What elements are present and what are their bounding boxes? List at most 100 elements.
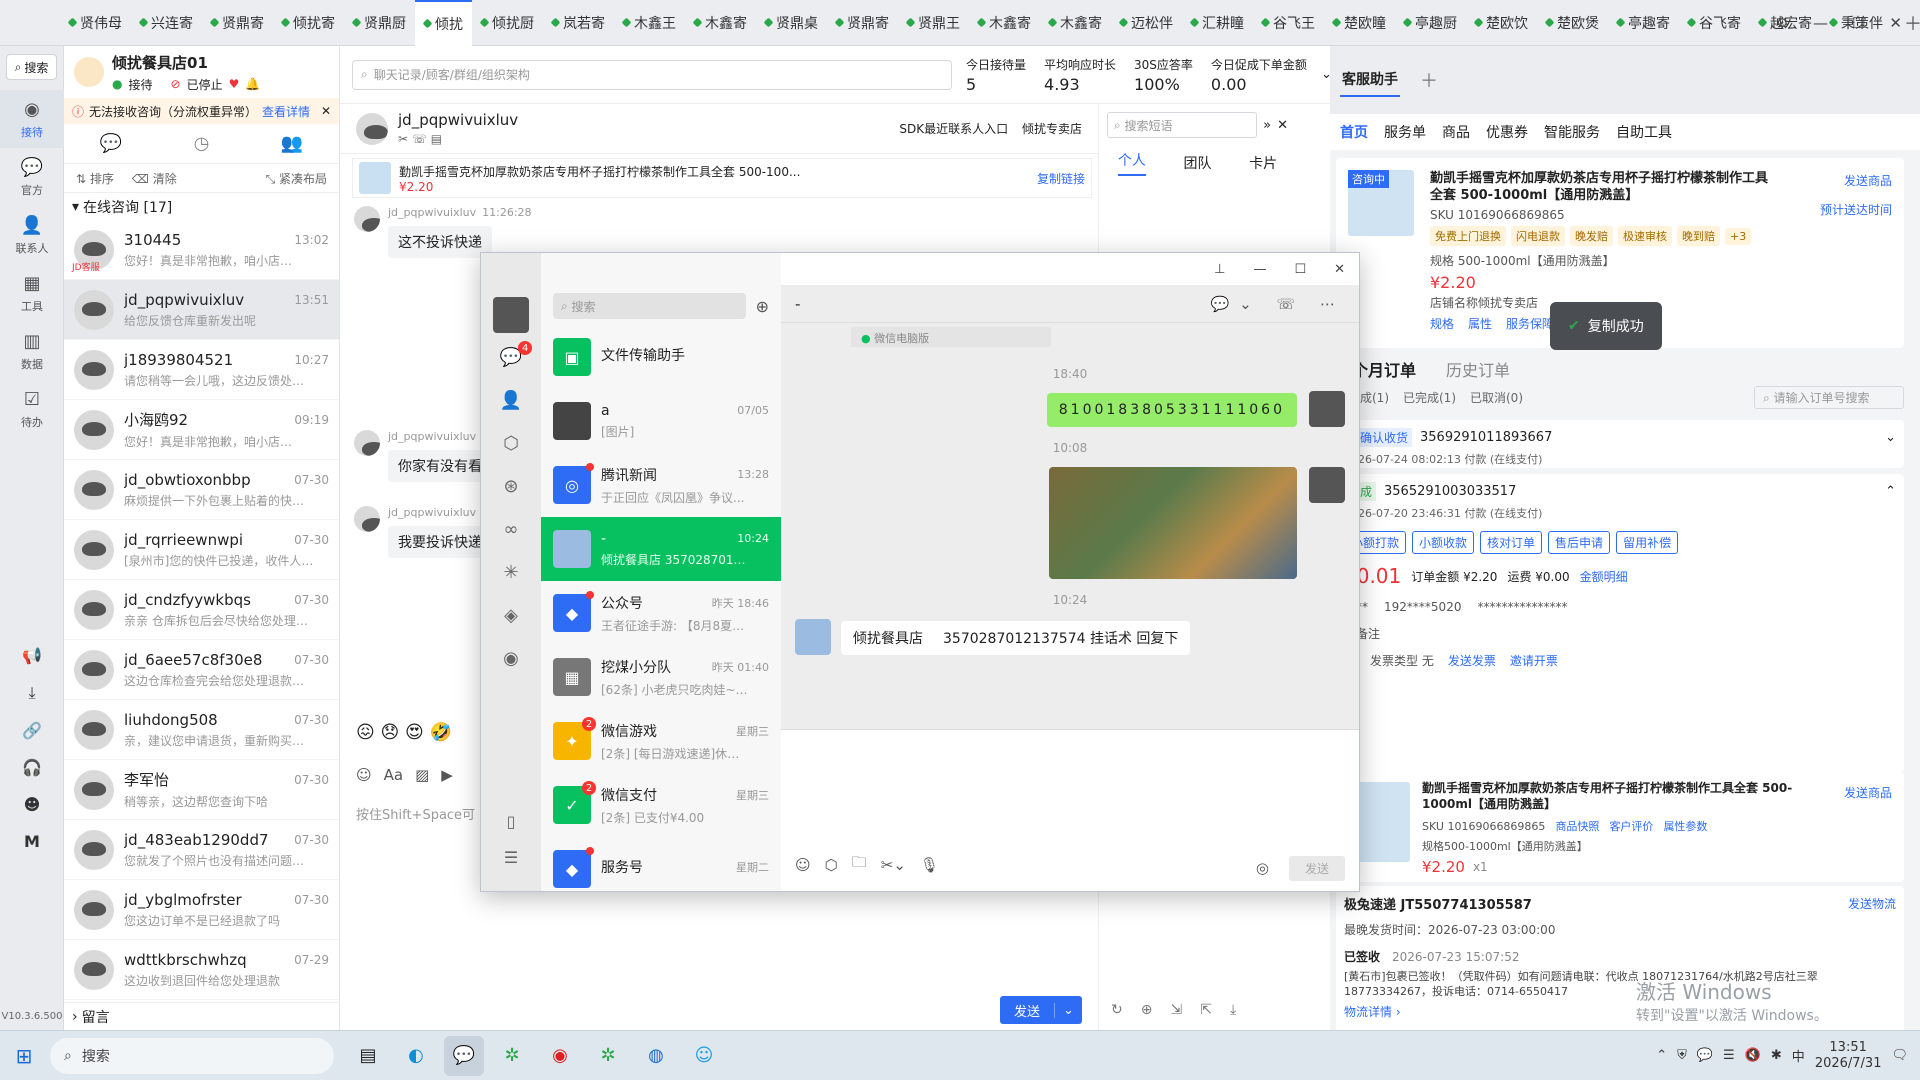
tray-up-icon[interactable]: ⌃	[1656, 1048, 1667, 1063]
store-tab[interactable]: 亭趣寄	[1608, 0, 1679, 46]
conversation-item[interactable]: jd_obwtioxonbbp 07-30 麻烦提供一下外包裹上贴着的快…	[64, 460, 339, 520]
store-tab[interactable]: 楚欧瞳	[1324, 0, 1395, 46]
snapshot-link[interactable]: 商品快照	[1555, 818, 1599, 834]
ime-indicator[interactable]: 中	[1792, 1046, 1805, 1065]
message-bubble[interactable]: 你家有没有看	[388, 450, 492, 482]
order-action-button[interactable]: 售后申请	[1548, 531, 1611, 554]
order2-detail-link[interactable]: 金额明细	[1580, 568, 1628, 585]
product-link[interactable]: 服务保障	[1506, 315, 1554, 332]
chat-bubble-tab-icon[interactable]: 💬	[100, 133, 122, 154]
emoji-row[interactable]: 😖 😞 😍 🤣	[356, 722, 452, 743]
phone-icon[interactable]: ▯	[481, 812, 541, 831]
rail-item[interactable]: ▦ 工具	[0, 264, 64, 322]
store-tab[interactable]: 谷飞寄	[1679, 0, 1750, 46]
wechat-conv-item[interactable]: ▦ 挖煤小分队 昨天 01:40 [62条] 小老虎只吃肉娃~：...	[541, 645, 781, 709]
store-tab[interactable]: 木鑫寄	[969, 0, 1040, 46]
send-logistics-button[interactable]: 发送物流	[1848, 895, 1896, 912]
store-tab[interactable]: 贤鼎寄	[827, 0, 898, 46]
rail-item[interactable]: ☑ 待办	[0, 380, 64, 438]
send-product-button[interactable]: 发送商品	[1820, 172, 1892, 189]
video-icon[interactable]: ▶	[441, 766, 453, 784]
store-tab[interactable]: 楚欧煲	[1537, 0, 1608, 46]
copy-link-button[interactable]: 复制链接	[1037, 170, 1085, 187]
taskbar-search[interactable]: ⌕ 搜索	[50, 1037, 334, 1074]
conversation-item[interactable]: wdttkbrschwhzq 07-29 这边收到退回件给您处理退款	[64, 940, 339, 1000]
video-icon[interactable]: ◉	[503, 648, 519, 669]
miniprogram-icon[interactable]: ◈	[504, 605, 518, 626]
folder-icon[interactable]: 🗀	[852, 852, 867, 877]
conversation-item[interactable]: jd_483eab1290dd7 07-30 您就发了个照片也没有描述问题…	[64, 820, 339, 880]
store-tab[interactable]: 兴连寄	[131, 0, 202, 46]
sent-number-bubble[interactable]: 8100183805331111060	[1046, 393, 1297, 427]
conversation-item[interactable]: 李军怡 07-30 稍等亲，这边帮您查询下哈	[64, 760, 339, 820]
chat-header-icons[interactable]: 💬⌄ ☏ ⋯	[1210, 295, 1345, 313]
voice-icon[interactable]: ◎	[1256, 859, 1269, 877]
wechat-taskbar-icon[interactable]: 💬	[444, 1035, 484, 1076]
collapse-icon[interactable]: »	[1263, 118, 1271, 133]
wechat-avatar[interactable]	[493, 297, 529, 333]
chats-icon[interactable]: 💬 4	[500, 341, 533, 368]
send-button[interactable]: 发送	[1000, 1001, 1054, 1020]
tray-shield-icon[interactable]: ⛨	[1677, 1048, 1687, 1063]
headset-icon[interactable]: 🎧	[22, 758, 42, 777]
add-tab-icon[interactable]: ＋	[1420, 67, 1438, 93]
store-tab[interactable]: 谷飞王	[1253, 0, 1324, 46]
moments-icon[interactable]: ⊛	[503, 476, 518, 497]
megaphone-icon[interactable]: 📢	[22, 646, 42, 665]
app-red-icon[interactable]: ◉	[540, 1036, 580, 1076]
wechat-conv-item[interactable]: ◆ 服务号 星期二	[541, 837, 781, 901]
store-tab[interactable]: 岚若寄	[543, 0, 614, 46]
online-group-header[interactable]: ▾ 在线咨询 [17]	[64, 192, 339, 220]
alert-detail-link[interactable]: 查看详情	[262, 103, 310, 120]
wechat-conv-item[interactable]: - 10:24 倾扰餐具店 35702870121...	[541, 517, 781, 581]
conversation-item[interactable]: jd_6aee57c8f30e8 07-30 这边仓库检查完会给您处理退款…	[64, 640, 339, 700]
assistant-tab[interactable]: 客服助手	[1340, 63, 1400, 97]
conversation-item[interactable]: jd_pqpwivuixluv 13:51 给您反馈仓库重新发出呢	[64, 280, 339, 340]
image-icon[interactable]: ▨	[415, 766, 429, 784]
order-card-1[interactable]: 待确认收货 3569291011893667 ⌄ 2026-07-24 08:0…	[1336, 420, 1904, 468]
store-tab[interactable]: 倾扰	[415, 0, 472, 46]
conversation-item[interactable]: jd_ybglmofrster 07-30 您这边订单不是已经退款了吗	[64, 880, 339, 940]
product-link[interactable]: 规格	[1430, 315, 1454, 332]
tray-volume-icon[interactable]: 🔇	[1745, 1048, 1761, 1063]
font-icon[interactable]: Aa	[384, 766, 403, 784]
order-action-button[interactable]: 留用补偿	[1616, 531, 1679, 554]
wechat-input-area[interactable]: ☺ ⬡ 🗀 ✂⌄ 🎙 ◎ 发送	[781, 729, 1359, 891]
phrase-tab[interactable]: 个人	[1117, 150, 1146, 176]
store-tab[interactable]: 倾扰厨	[472, 0, 543, 46]
recv-status[interactable]: 接待	[128, 76, 152, 93]
send-options-icon[interactable]: ⌄	[1054, 1002, 1082, 1018]
download-icon[interactable]: ⤓	[28, 683, 35, 703]
wechat-conv-item[interactable]: ▣ 文件传输助手	[541, 325, 781, 389]
phrase-tab[interactable]: 团队	[1183, 153, 1211, 173]
store-tab[interactable]: 亭趣厨	[1395, 0, 1466, 46]
search-spark-icon[interactable]: ✳	[503, 562, 518, 583]
assistant-nav-item[interactable]: 首页	[1340, 122, 1368, 142]
store-tab[interactable]: 汇耕瞳	[1182, 0, 1253, 46]
clock-tab-icon[interactable]: ◷	[194, 133, 210, 154]
assistant-nav-item[interactable]: 智能服务	[1544, 122, 1600, 142]
message-bubble[interactable]: 我要投诉快递	[388, 526, 492, 558]
order-sub-done[interactable]: 已完成(1)	[1403, 389, 1456, 406]
rail-item[interactable]: ▥ 数据	[0, 322, 64, 380]
alert-close-icon[interactable]: ✕	[321, 104, 331, 118]
chevron-down-icon[interactable]: ⌄	[1885, 430, 1896, 445]
order-sub-cancel[interactable]: 已取消(0)	[1470, 389, 1523, 406]
channels-icon[interactable]: ∞	[504, 519, 519, 540]
pin-icon[interactable]: ⊥	[1214, 262, 1225, 277]
conversation-item[interactable]: 小海鸥92 09:19 您好！真是非常抱歉，咱小店…	[64, 400, 339, 460]
rail-search-button[interactable]: ⌕ 搜索	[6, 54, 57, 80]
store-tab[interactable]: 贤鼎厨	[344, 0, 415, 46]
add-tab-button[interactable]: ＋	[1904, 10, 1920, 36]
settings-icon[interactable]: ⚙	[1776, 14, 1789, 32]
emoji-icon[interactable]: ☺	[795, 856, 811, 874]
params-link[interactable]: 属性参数	[1663, 818, 1707, 834]
send-button-group[interactable]: 发送 ⌄	[1000, 996, 1082, 1024]
store-tab[interactable]: 贤伟母	[60, 0, 131, 46]
windows-start-icon[interactable]: ⊞	[4, 1036, 44, 1076]
order-tab-history[interactable]: 历史订单	[1446, 357, 1510, 381]
send-product2-button[interactable]: 发送商品	[1844, 784, 1892, 801]
app-chat-icon[interactable]: ☺	[684, 1036, 724, 1076]
export-icon[interactable]: ⇱	[1200, 1002, 1212, 1018]
add-icon[interactable]: ⊕	[1141, 1002, 1153, 1018]
